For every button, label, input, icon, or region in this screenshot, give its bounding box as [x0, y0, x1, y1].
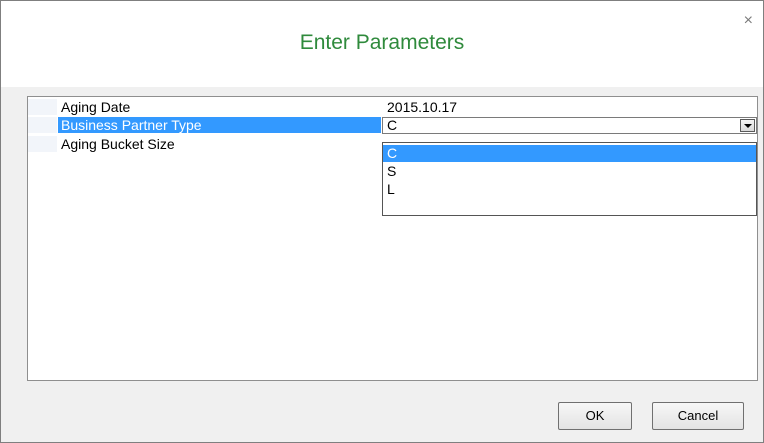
dialog-title: Enter Parameters	[299, 31, 465, 54]
row-gutter	[28, 136, 57, 152]
row-gutter	[28, 117, 57, 133]
business-partner-type-select[interactable]: C	[382, 117, 757, 134]
param-row-business-partner-type[interactable]: Business Partner Type C	[28, 117, 757, 134]
dropdown-option-s[interactable]: S	[383, 163, 756, 180]
ok-button[interactable]: OK	[558, 402, 632, 430]
dropdown-option-l[interactable]: L	[383, 181, 756, 198]
chevron-down-icon[interactable]	[740, 119, 755, 132]
param-label: Aging Date	[61, 99, 131, 115]
select-value: C	[387, 117, 398, 133]
param-row-aging-date[interactable]: Aging Date 2015.10.17	[28, 99, 757, 115]
row-gutter	[28, 99, 57, 115]
dropdown-option-c[interactable]: C	[383, 145, 756, 162]
parameters-grid: Aging Date 2015.10.17 Business Partner T…	[27, 96, 758, 381]
param-value[interactable]: 2015.10.17	[385, 99, 457, 115]
dialog-header: Enter Parameters ×	[1, 1, 763, 87]
close-icon[interactable]: ×	[744, 13, 753, 29]
cancel-button[interactable]: Cancel	[652, 402, 744, 430]
param-label: Aging Bucket Size	[61, 136, 175, 152]
param-label: Business Partner Type	[58, 117, 381, 133]
business-partner-type-dropdown: C S L	[382, 142, 757, 216]
enter-parameters-dialog: Enter Parameters × Aging Date 2015.10.17…	[0, 0, 764, 443]
